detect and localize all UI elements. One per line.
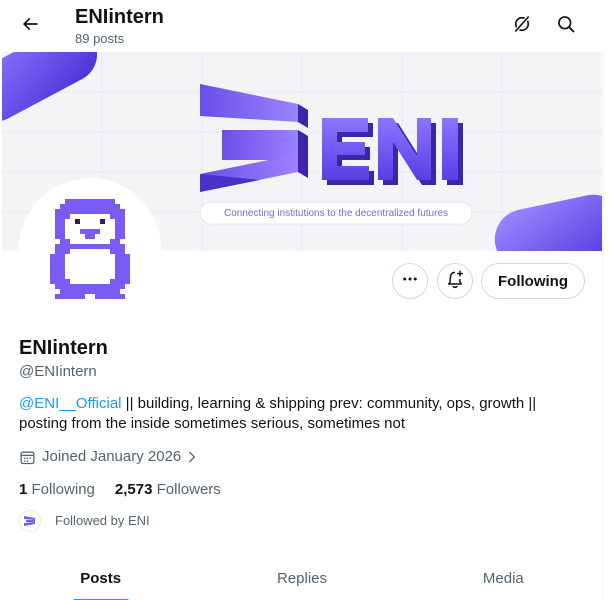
- header-title-block: ENIintern 89 posts: [75, 6, 164, 49]
- notifications-button[interactable]: [437, 263, 473, 299]
- follower-avatar: [19, 510, 41, 532]
- following-label: Following: [31, 481, 95, 498]
- profile-bio: @ENI__Official || building, learning & s…: [19, 394, 579, 434]
- following-count: 1: [19, 481, 28, 498]
- profile-avatar[interactable]: [19, 178, 161, 320]
- tab-media[interactable]: Media: [403, 553, 604, 600]
- bio-mention-link[interactable]: @ENI__Official: [19, 395, 122, 412]
- posts-count: 89 posts: [75, 31, 125, 46]
- followed-by[interactable]: Followed by ENI: [19, 510, 150, 532]
- eni-logo-mark: [200, 84, 308, 192]
- eni-wordmark: [322, 118, 463, 185]
- arrow-left-icon: [20, 14, 40, 39]
- chevron-right-icon: [185, 449, 199, 465]
- followers-stat[interactable]: 2,573 Followers: [115, 480, 221, 500]
- following-button[interactable]: Following: [481, 263, 585, 299]
- follow-stats: 1 Following 2,573 Followers: [19, 480, 241, 500]
- profile-handle: @ENIintern: [19, 363, 97, 380]
- calendar-icon: [19, 449, 36, 466]
- followers-count: 2,573: [114, 481, 153, 498]
- profile-page: ENIintern 89 posts Connecting institutio…: [0, 0, 604, 600]
- grok-icon: [512, 14, 532, 39]
- followed-by-text: Followed by ENI: [55, 513, 150, 528]
- joined-text: Joined January 2026: [42, 448, 182, 465]
- joined-date[interactable]: Joined January 2026: [19, 447, 199, 467]
- search-button[interactable]: [548, 8, 584, 44]
- display-name: ENIintern: [19, 337, 108, 359]
- bell-plus-icon: [445, 269, 465, 294]
- top-bar: ENIintern 89 posts: [0, 0, 604, 52]
- more-button[interactable]: [392, 263, 428, 299]
- search-icon: [556, 14, 576, 39]
- tab-replies[interactable]: Replies: [201, 553, 402, 600]
- following-stat[interactable]: 1 Following: [19, 480, 95, 500]
- header-name: ENIintern: [75, 6, 164, 28]
- more-dots-icon: [401, 270, 419, 293]
- banner-tagline: Connecting institutions to the decentral…: [223, 208, 449, 219]
- back-button[interactable]: [12, 8, 48, 44]
- penguin-avatar-image: [50, 199, 130, 299]
- grok-button[interactable]: [504, 8, 540, 44]
- tab-posts[interactable]: Posts: [0, 553, 201, 600]
- followers-label: Followers: [156, 481, 221, 498]
- profile-tabs: Posts Replies Media: [0, 553, 604, 600]
